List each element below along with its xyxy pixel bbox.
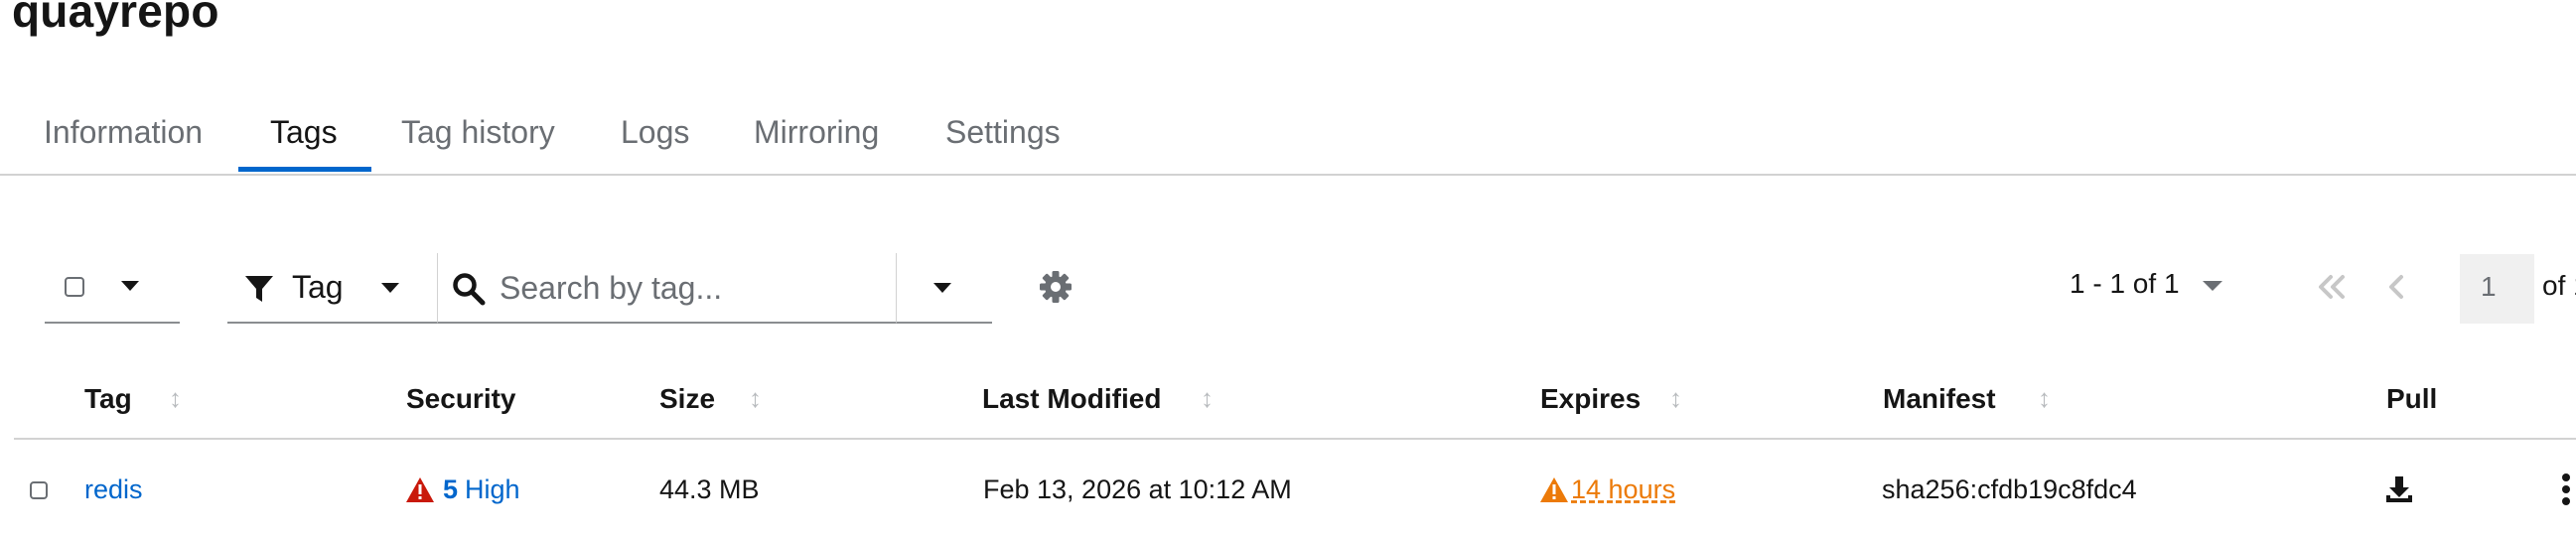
active-tab-indicator [238, 167, 371, 172]
tab-bar: Information Tags Tag history Logs Mirror… [0, 104, 2576, 176]
search-options-toggle[interactable] [897, 253, 992, 324]
last-modified-value: Feb 13, 2026 at 10:12 AM [983, 474, 1292, 504]
warning-triangle-icon [1540, 477, 1568, 502]
expires-value[interactable]: 14 hours [1571, 474, 1675, 505]
search-input[interactable] [498, 261, 879, 315]
filter-icon [245, 276, 273, 302]
caret-down-icon [381, 283, 399, 293]
column-header-manifest[interactable]: Manifest [1883, 383, 1996, 415]
security-level-link[interactable]: High [465, 474, 520, 505]
column-header-expires[interactable]: Expires [1540, 383, 1641, 415]
gear-icon[interactable] [1038, 269, 1073, 305]
page-number-value: 1 [2481, 271, 2497, 302]
column-header-last-modified[interactable]: Last Modified [982, 383, 1161, 415]
tab-mirroring[interactable]: Mirroring [754, 114, 879, 151]
table-header: Tag ↕ Security Size ↕ Last Modified ↕ Ex… [14, 375, 2576, 440]
caret-down-icon [2203, 281, 2222, 291]
sort-icon[interactable]: ↕ [749, 383, 762, 414]
first-page-icon[interactable] [2316, 273, 2348, 301]
download-icon[interactable] [2384, 474, 2414, 504]
row-select-checkbox[interactable] [30, 481, 48, 499]
filter-type-label: Tag [292, 269, 344, 305]
column-header-pull: Pull [2386, 383, 2438, 414]
bulk-select-dropdown[interactable] [45, 253, 180, 324]
tab-information[interactable]: Information [44, 114, 203, 151]
manifest-digest: sha256:cfdb19c8fdc4 [1882, 474, 2137, 504]
page-total-label: of 1 [2542, 270, 2576, 301]
column-header-size[interactable]: Size [659, 383, 715, 415]
tab-tag-history[interactable]: Tag history [401, 114, 555, 151]
warning-triangle-icon [406, 477, 434, 502]
column-header-tag[interactable]: Tag [84, 383, 132, 415]
column-header-security: Security [406, 383, 516, 414]
bulk-select-checkbox[interactable] [65, 277, 84, 297]
pagination-range: 1 - 1 of 1 [2070, 268, 2180, 299]
pagination-per-page-toggle[interactable] [2195, 268, 2228, 302]
filter-type-dropdown[interactable]: Tag [227, 253, 438, 324]
sort-icon[interactable]: ↕ [1201, 383, 1214, 414]
tab-settings[interactable]: Settings [945, 114, 1061, 151]
search-box [438, 253, 897, 324]
sort-icon[interactable]: ↕ [2038, 383, 2051, 414]
vulnerability-count[interactable]: 5 [443, 474, 458, 505]
sort-icon[interactable]: ↕ [1669, 383, 1682, 414]
size-value: 44.3 MB [659, 474, 760, 504]
search-icon [453, 273, 486, 306]
tab-tags[interactable]: Tags [270, 114, 338, 151]
previous-page-icon[interactable] [2386, 273, 2408, 301]
page-title: quayrepo [12, 0, 219, 37]
sort-icon[interactable]: ↕ [169, 383, 182, 414]
kebab-menu-icon[interactable] [2560, 472, 2572, 506]
caret-down-icon [121, 281, 139, 291]
tag-name-link[interactable]: redis [84, 474, 143, 505]
page-number-input[interactable]: 1 [2460, 254, 2534, 324]
tab-logs[interactable]: Logs [621, 114, 689, 151]
caret-down-icon [933, 283, 951, 293]
